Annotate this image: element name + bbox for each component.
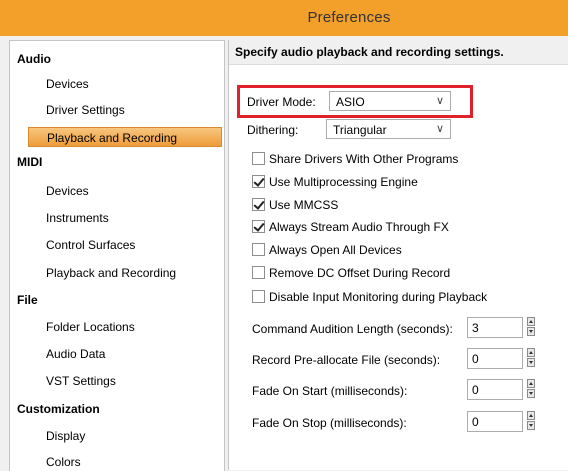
disable-input-monitoring-checkbox[interactable] bbox=[252, 290, 265, 303]
spin-down-icon[interactable] bbox=[527, 389, 535, 398]
spin-up-icon[interactable] bbox=[527, 379, 535, 388]
tree-category-customization[interactable]: Customization bbox=[17, 402, 100, 416]
dithering-label: Dithering: bbox=[247, 123, 299, 137]
chevron-down-icon: ∨ bbox=[435, 123, 444, 135]
title-bar: Preferences bbox=[0, 0, 568, 36]
spin-up-icon[interactable] bbox=[527, 411, 535, 420]
tree-item-midi-devices[interactable]: Devices bbox=[46, 184, 89, 198]
stream-through-fx-label: Always Stream Audio Through FX bbox=[269, 220, 449, 234]
preallocate-input[interactable]: 0 bbox=[467, 348, 523, 369]
preallocate-spinner[interactable] bbox=[526, 348, 536, 369]
stream-through-fx-checkbox[interactable] bbox=[252, 220, 265, 233]
remove-dc-offset-label: Remove DC Offset During Record bbox=[269, 266, 451, 280]
tree-item-midi-playback-recording[interactable]: Playback and Recording bbox=[46, 266, 176, 280]
audition-length-input[interactable]: 3 bbox=[467, 317, 523, 338]
tree-category-midi[interactable]: MIDI bbox=[17, 155, 42, 169]
spin-down-icon[interactable] bbox=[527, 421, 535, 430]
tree-category-audio[interactable]: Audio bbox=[17, 52, 51, 66]
fade-on-start-value: 0 bbox=[472, 383, 479, 397]
use-mmcss-checkbox[interactable] bbox=[252, 198, 265, 211]
spin-down-icon[interactable] bbox=[527, 327, 535, 336]
fade-on-stop-value: 0 bbox=[472, 415, 479, 429]
share-drivers-checkbox[interactable] bbox=[252, 152, 265, 165]
audition-length-label: Command Audition Length (seconds): bbox=[252, 322, 453, 336]
dithering-value: Triangular bbox=[333, 123, 387, 137]
fade-on-start-label: Fade On Start (milliseconds): bbox=[252, 384, 408, 398]
use-mmcss-label: Use MMCSS bbox=[269, 198, 339, 212]
fade-on-stop-label: Fade On Stop (milliseconds): bbox=[252, 416, 407, 430]
tree-item-vst-settings[interactable]: VST Settings bbox=[46, 374, 116, 388]
fade-on-stop-input[interactable]: 0 bbox=[467, 411, 523, 432]
tree-item-control-surfaces[interactable]: Control Surfaces bbox=[46, 238, 135, 252]
preferences-tree: Audio Devices Driver Settings Playback a… bbox=[9, 40, 225, 471]
tree-item-audio-devices[interactable]: Devices bbox=[46, 77, 89, 91]
multiprocessing-checkbox[interactable] bbox=[252, 175, 265, 188]
highlight-box bbox=[237, 85, 473, 118]
spin-down-icon[interactable] bbox=[527, 358, 535, 367]
tree-item-colors[interactable]: Colors bbox=[46, 455, 81, 469]
tree-item-display[interactable]: Display bbox=[46, 429, 85, 443]
tree-item-audio-data[interactable]: Audio Data bbox=[46, 347, 105, 361]
share-drivers-label: Share Drivers With Other Programs bbox=[269, 152, 459, 166]
preallocate-label: Record Pre-allocate File (seconds): bbox=[252, 353, 441, 367]
tree-item-driver-settings[interactable]: Driver Settings bbox=[46, 103, 125, 117]
fade-on-start-input[interactable]: 0 bbox=[467, 379, 523, 400]
fade-on-stop-spinner[interactable] bbox=[526, 411, 536, 432]
open-all-devices-checkbox[interactable] bbox=[252, 243, 265, 256]
preallocate-value: 0 bbox=[472, 352, 479, 366]
spin-up-icon[interactable] bbox=[527, 317, 535, 326]
open-all-devices-label: Always Open All Devices bbox=[269, 243, 402, 257]
fade-on-start-spinner[interactable] bbox=[526, 379, 536, 400]
tree-item-instruments[interactable]: Instruments bbox=[46, 211, 109, 225]
remove-dc-offset-checkbox[interactable] bbox=[252, 266, 265, 279]
tree-item-audio-playback-recording[interactable]: Playback and Recording bbox=[28, 127, 222, 147]
spin-up-icon[interactable] bbox=[527, 348, 535, 357]
panel-description: Specify audio playback and recording set… bbox=[235, 45, 504, 59]
panel-header: Specify audio playback and recording set… bbox=[229, 40, 568, 65]
multiprocessing-label: Use Multiprocessing Engine bbox=[269, 175, 418, 189]
tree-item-folder-locations[interactable]: Folder Locations bbox=[46, 320, 135, 334]
dithering-select[interactable]: Triangular ∨ bbox=[326, 119, 451, 139]
audition-length-value: 3 bbox=[472, 321, 479, 335]
tree-category-file[interactable]: File bbox=[17, 293, 38, 307]
audition-length-spinner[interactable] bbox=[526, 317, 536, 338]
window-title: Preferences bbox=[307, 9, 391, 26]
disable-input-monitoring-label: Disable Input Monitoring during Playback bbox=[269, 290, 488, 304]
